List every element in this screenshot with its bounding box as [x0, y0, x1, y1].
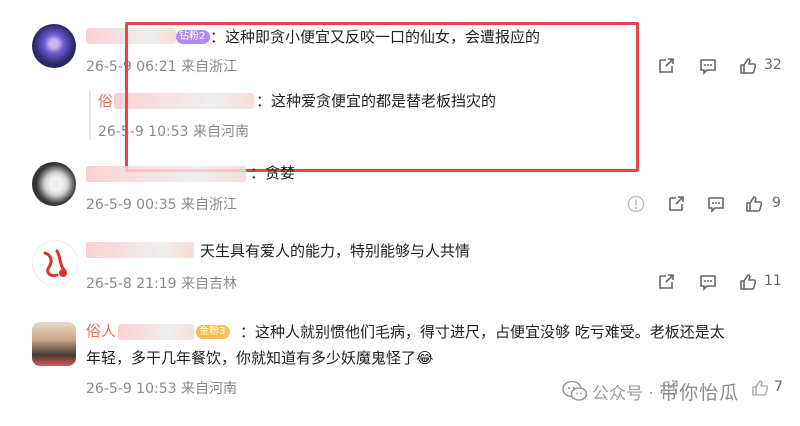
like-count: 7 — [774, 379, 783, 395]
laugh-emoji-icon: 😂 — [416, 349, 434, 367]
share-icon[interactable] — [666, 194, 686, 214]
avatar[interactable] — [32, 240, 78, 286]
comment-actions: 11 — [656, 272, 786, 292]
comment-text: 天生具有爱人的能力，特别能够与人共情 — [200, 242, 471, 260]
comment-location: 来自吉林 — [180, 276, 237, 292]
fan-badge: 金粉3 — [196, 325, 231, 339]
watermark-platform: 公众号 — [592, 384, 643, 404]
comment-item: ：贪婪 26-5-9 00:35 来自浙江 9 — [0, 150, 800, 220]
avatar[interactable] — [32, 322, 76, 366]
comment-date: 26-5-9 00:35 — [86, 197, 177, 213]
watermark: 公众号 · 带你怡瓜 — [592, 378, 739, 405]
comment-text-line1: ：这种人就别惯他们毛病，得寸进尺，占便宜没够 吃亏难受。老板还是太 — [240, 323, 725, 341]
comment-location: 来自河南 — [180, 381, 237, 397]
like-icon[interactable] — [744, 194, 764, 214]
comment-icon[interactable] — [698, 56, 718, 76]
reply-username-prefix[interactable]: 俗 — [98, 90, 113, 112]
comment-text-line2-content: 年轻，多干几年餐饮，你就知道有多少妖魔鬼怪了 — [86, 349, 417, 367]
avatar[interactable] — [32, 162, 76, 206]
username-prefix[interactable]: 俗人 — [86, 320, 116, 342]
like-icon[interactable] — [738, 272, 758, 292]
like-icon[interactable] — [750, 378, 770, 398]
comment-icon[interactable] — [698, 272, 718, 292]
comment-meta: 26-5-8 21:19 来自吉林 — [86, 273, 237, 293]
reply-divider — [89, 90, 91, 140]
share-icon[interactable] — [656, 272, 676, 292]
comment-actions: 9 — [626, 194, 786, 214]
comment-meta: 26-5-9 10:53 来自河南 — [86, 378, 237, 398]
username[interactable] — [118, 324, 194, 340]
comment-location: 来自浙江 — [180, 197, 237, 213]
comment-icon[interactable] — [706, 194, 726, 214]
comment-text-line2: 年轻，多干几年餐饮，你就知道有多少妖魔鬼怪了😂 — [86, 347, 434, 369]
comment-actions: 32 — [656, 56, 786, 76]
comment-text: ：贪婪 — [250, 164, 296, 182]
avatar[interactable] — [32, 24, 76, 68]
comment-date: 26-5-9 10:53 — [86, 381, 177, 397]
username[interactable] — [86, 242, 194, 258]
like-icon[interactable] — [738, 56, 758, 76]
username[interactable] — [86, 166, 246, 182]
comment-date: 26-5-8 21:19 — [86, 276, 177, 292]
share-icon[interactable] — [656, 56, 676, 76]
like-count: 32 — [764, 57, 782, 73]
report-icon[interactable] — [626, 194, 646, 214]
comment-item: 天生具有爱人的能力，特别能够与人共情 26-5-8 21:19 来自吉林 11 — [0, 228, 800, 306]
like-count: 11 — [764, 273, 782, 289]
comment-meta: 26-5-9 00:35 来自浙江 — [86, 194, 237, 214]
watermark-account: 带你怡瓜 — [659, 382, 740, 404]
like-count: 9 — [772, 195, 781, 211]
wechat-icon — [562, 380, 588, 401]
watermark-separator: · — [648, 384, 654, 404]
